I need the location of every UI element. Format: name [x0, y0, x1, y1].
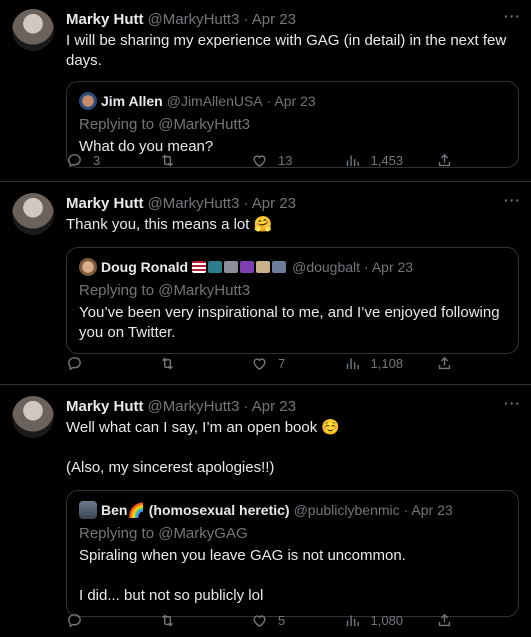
like-count: 5 — [278, 613, 286, 628]
tweet-text: I will be sharing my experience with GAG… — [66, 32, 511, 69]
quote-date: · Apr 23 — [266, 93, 316, 109]
quote-date: · Apr 23 — [403, 502, 453, 518]
views-count: 1,080 — [370, 613, 404, 628]
retweet-icon — [161, 154, 173, 167]
author-name[interactable]: Marky Hutt — [66, 398, 144, 415]
quote-replying-to: Replying to @MarkyHutt3 — [79, 282, 251, 299]
elephant-icon — [224, 261, 239, 273]
city-icon — [272, 261, 287, 273]
quote-author-handle: @publiclybenmic — [293, 502, 400, 518]
tweet[interactable]: ··· Marky Hutt @MarkyHutt3 · Apr 23 Well… — [0, 385, 531, 637]
quote-author-name: Doug Ronald — [101, 259, 189, 275]
views-count: 1,108 — [370, 356, 404, 371]
views-count: 1,453 — [370, 153, 404, 168]
flag-emojis — [192, 261, 288, 273]
quote-author-name: Jim Allen — [101, 93, 163, 109]
retweet-icon — [161, 614, 173, 627]
quoted-tweet[interactable]: Ben🌈 (homosexual heretic) @publiclybenmi… — [66, 490, 519, 617]
quoted-tweet[interactable]: Doug Ronald @dougbalt · Apr 23 Replying … — [66, 247, 519, 354]
views-icon — [346, 155, 359, 167]
author-name[interactable]: Marky Hutt — [66, 11, 144, 28]
reply-icon — [68, 357, 81, 371]
share-icon — [438, 356, 451, 370]
us-flag-icon — [192, 261, 207, 273]
author-name[interactable]: Marky Hutt — [66, 195, 144, 212]
reply-button[interactable] — [66, 355, 159, 372]
author-handle[interactable]: @MarkyHutt3 — [148, 11, 240, 28]
quote-replying-to: Replying to @MarkyHutt3 — [79, 116, 251, 133]
tweet[interactable]: ··· Marky Hutt @MarkyHutt3 · Apr 23 Than… — [0, 182, 531, 385]
like-count: 13 — [278, 153, 293, 168]
like-button[interactable]: 7 — [251, 355, 344, 372]
author-handle[interactable]: @MarkyHutt3 — [148, 195, 240, 212]
tweet-date[interactable]: · Apr 23 — [243, 11, 296, 28]
quote-text: You’ve been very inspirational to me, an… — [79, 304, 504, 341]
quote-author-handle: @dougbalt — [292, 259, 361, 275]
quote-avatar — [79, 501, 97, 519]
retweet-button[interactable] — [159, 355, 252, 372]
retweet-button[interactable] — [159, 612, 252, 629]
like-button[interactable]: 13 — [251, 152, 344, 169]
share-button[interactable] — [436, 612, 453, 629]
quote-replying-to: Replying to @MarkyGAG — [79, 525, 248, 542]
share-icon — [438, 153, 451, 167]
star-of-david-icon — [240, 261, 255, 273]
views-button[interactable]: 1,453 — [344, 152, 437, 169]
author-handle[interactable]: @MarkyHutt3 — [148, 398, 240, 415]
tweet-actions: 5 1,080 — [66, 612, 519, 629]
reply-button[interactable]: 3 — [66, 152, 159, 169]
heart-icon — [253, 358, 266, 370]
retweet-button[interactable] — [159, 152, 252, 169]
views-button[interactable]: 1,080 — [344, 612, 437, 629]
heart-icon — [253, 155, 266, 167]
share-button[interactable] — [436, 355, 453, 372]
reply-icon — [68, 614, 81, 628]
tweet[interactable]: ··· Marky Hutt @MarkyHutt3 · Apr 23 I wi… — [0, 0, 531, 182]
views-icon — [346, 615, 359, 627]
tweet-text: Well what can I say, I’m an open book ☺️… — [66, 419, 341, 476]
tweet-date[interactable]: · Apr 23 — [243, 195, 296, 212]
quote-date: · Apr 23 — [364, 259, 414, 275]
globe-icon — [208, 261, 223, 273]
avatar[interactable] — [12, 396, 54, 438]
reply-icon — [68, 154, 81, 168]
tweet-date[interactable]: · Apr 23 — [243, 398, 296, 415]
like-button[interactable]: 5 — [251, 612, 344, 629]
reply-button[interactable] — [66, 612, 159, 629]
views-button[interactable]: 1,108 — [344, 355, 437, 372]
quote-author-name: Ben🌈 (homosexual heretic) — [101, 501, 290, 518]
share-icon — [438, 613, 451, 627]
quote-text: Spiraling when you leave GAG is not unco… — [79, 547, 406, 604]
avatar[interactable] — [12, 193, 54, 235]
avatar[interactable] — [12, 9, 54, 51]
retweet-icon — [161, 357, 173, 370]
tweet-actions: 3 13 1,453 — [66, 152, 519, 169]
share-button[interactable] — [436, 152, 453, 169]
quote-avatar — [79, 258, 97, 276]
like-count: 7 — [278, 356, 286, 371]
quote-avatar — [79, 92, 97, 110]
views-icon — [346, 358, 359, 370]
tweet-text: Thank you, this means a lot 🤗 — [66, 216, 273, 233]
reply-count: 3 — [93, 153, 101, 168]
heart-icon — [253, 615, 266, 627]
building-icon — [256, 261, 271, 273]
quote-author-handle: @JimAllenUSA — [166, 93, 263, 109]
tweet-actions: 7 1,108 — [66, 355, 519, 372]
